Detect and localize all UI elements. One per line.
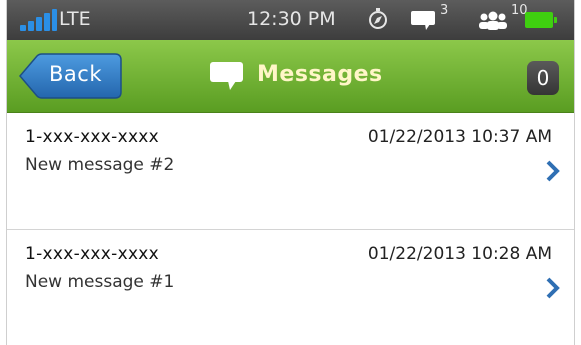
message-status-count: 3: [440, 3, 449, 18]
navigation-bar: Back Messages 0: [7, 40, 574, 113]
status-time: 12:30 PM: [247, 8, 336, 30]
message-preview: New message #2: [25, 155, 175, 175]
message-row[interactable]: 1-xxx-xxx-xxxx 01/22/2013 10:37 AM New m…: [7, 113, 574, 230]
contacts-icon: [479, 11, 507, 30]
messages-icon: [210, 62, 243, 90]
back-button[interactable]: Back: [19, 53, 122, 99]
page-title: Messages: [257, 62, 383, 87]
signal-strength-icon: [20, 9, 60, 31]
chevron-right-icon: [546, 160, 560, 182]
compass-icon: [369, 8, 387, 29]
message-status-icon: [411, 11, 435, 30]
battery-icon: [525, 12, 557, 28]
message-sender: 1-xxx-xxx-xxxx: [25, 127, 160, 147]
phone-screen: LTE 12:30 PM 3 10 Back Messages 0 1-xxx-…: [6, 0, 575, 345]
message-timestamp: 01/22/2013 10:37 AM: [367, 127, 552, 147]
status-bar: LTE 12:30 PM 3 10: [7, 0, 574, 40]
message-timestamp: 01/22/2013 10:28 AM: [367, 244, 552, 264]
message-list: 1-xxx-xxx-xxxx 01/22/2013 10:37 AM New m…: [7, 113, 574, 345]
message-sender: 1-xxx-xxx-xxxx: [25, 244, 160, 264]
message-preview: New message #1: [25, 272, 175, 292]
message-count-badge[interactable]: 0: [527, 61, 559, 95]
carrier-label: LTE: [59, 8, 91, 30]
message-row[interactable]: 1-xxx-xxx-xxxx 01/22/2013 10:28 AM New m…: [7, 230, 574, 345]
back-button-label: Back: [49, 62, 102, 86]
chevron-right-icon: [546, 277, 560, 299]
